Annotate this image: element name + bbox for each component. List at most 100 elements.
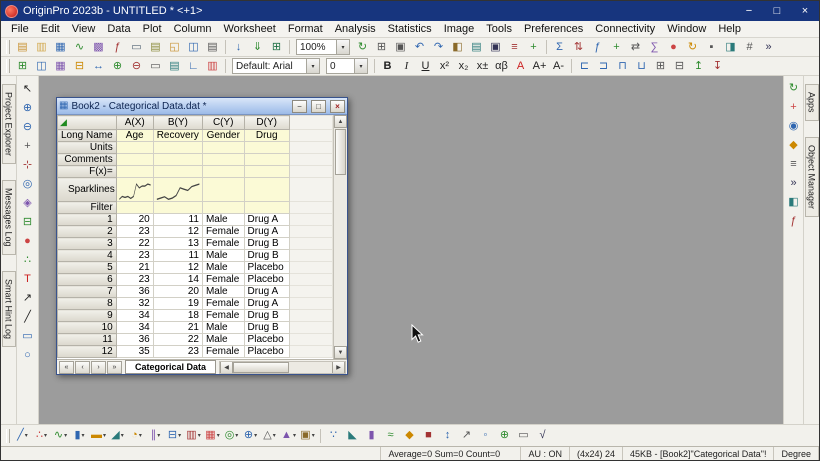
bold-button[interactable]: B: [378, 58, 397, 75]
area-plot-button[interactable]: ◢▾: [108, 427, 127, 444]
underline-button[interactable]: U: [416, 58, 435, 75]
ungroup-objects-icon[interactable]: ⊟: [670, 58, 689, 75]
subscript-button[interactable]: x₂: [454, 58, 473, 75]
scatter-plot-button-dropdown-icon[interactable]: ▾: [44, 432, 47, 439]
worksheet-cell[interactable]: 11: [153, 250, 202, 262]
new-layout-icon[interactable]: ▭: [127, 39, 146, 56]
digitizer-icon[interactable]: +: [524, 39, 543, 56]
worksheet-cell[interactable]: Drug A: [244, 214, 289, 226]
apps-refresh-icon[interactable]: ↻: [784, 80, 803, 97]
worksheet-cell[interactable]: 21: [153, 322, 202, 334]
row-number[interactable]: 6: [58, 274, 117, 286]
align-top-icon[interactable]: ⊓: [613, 58, 632, 75]
mask-tool-icon[interactable]: ●: [18, 232, 37, 250]
zoom-combo[interactable]: 100% ▾: [296, 39, 350, 55]
column-header-a-x[interactable]: A(X): [116, 116, 153, 130]
zoom-in-graph-icon[interactable]: ⊕: [108, 58, 127, 75]
box-chart-button-dropdown-icon[interactable]: ▾: [178, 432, 181, 439]
zoom-in-tool-icon[interactable]: ⊕: [18, 99, 37, 117]
annotation-tool-icon[interactable]: ◈: [18, 194, 37, 212]
worksheet-cell[interactable]: 34: [116, 310, 153, 322]
sort-icon[interactable]: ⇅: [569, 39, 588, 56]
worksheet-cell[interactable]: Drug B: [244, 310, 289, 322]
font-size-combo[interactable]: 0 ▾: [326, 58, 368, 74]
bubble-plot-button[interactable]: ◦: [476, 427, 495, 444]
worksheet-cell[interactable]: Female: [202, 310, 244, 322]
origin-central-icon[interactable]: ◉: [784, 118, 803, 135]
theme-organizer-icon[interactable]: ◨: [721, 39, 740, 56]
menu-preferences[interactable]: Preferences: [518, 22, 589, 36]
3d-waterfall-button[interactable]: ◆: [400, 427, 419, 444]
worksheet-cell[interactable]: Male: [202, 262, 244, 274]
vertical-scroll-thumb[interactable]: [335, 129, 346, 175]
row-label-sparklines[interactable]: Sparklines: [58, 178, 117, 202]
column-header-b-y[interactable]: B(Y): [153, 116, 202, 130]
template-library-button[interactable]: ▣▾: [298, 427, 317, 444]
filter-cell[interactable]: [153, 202, 202, 214]
sparkline-cell[interactable]: [202, 178, 244, 202]
menu-help[interactable]: Help: [712, 22, 747, 36]
menu-statistics[interactable]: Statistics: [382, 22, 438, 36]
lock-icon[interactable]: ▪: [702, 39, 721, 56]
font-name-dropdown-icon[interactable]: ▾: [306, 59, 319, 73]
toolbar-grip[interactable]: [6, 59, 10, 73]
row-label-filter[interactable]: Filter: [58, 202, 117, 214]
worksheet-cell[interactable]: 32: [116, 298, 153, 310]
data-selector-icon[interactable]: ⊟: [18, 213, 37, 231]
comments-cell[interactable]: [202, 154, 244, 166]
worksheet-cell[interactable]: 20: [153, 286, 202, 298]
worksheet-cell[interactable]: 21: [116, 262, 153, 274]
row-label-f-x[interactable]: F(x)=: [58, 166, 117, 178]
f-x-cell[interactable]: [153, 166, 202, 178]
worksheet-cell[interactable]: 35: [116, 346, 153, 358]
statistics-icon[interactable]: Σ: [550, 39, 569, 56]
worksheet-cell[interactable]: Placebo: [244, 334, 289, 346]
row-number[interactable]: 8: [58, 298, 117, 310]
import-ascii-icon[interactable]: ↓: [229, 39, 248, 56]
duplicate-window-icon[interactable]: ⊞: [372, 39, 391, 56]
pie-chart-button[interactable]: ◔▾: [127, 427, 146, 444]
fitting-icon[interactable]: ƒ: [784, 213, 803, 230]
worksheet-cell[interactable]: 11: [153, 214, 202, 226]
worksheet-cell[interactable]: Male: [202, 214, 244, 226]
f-x-cell[interactable]: [202, 166, 244, 178]
rescale-axes-icon[interactable]: ↔: [89, 58, 108, 75]
polar-plot-button-dropdown-icon[interactable]: ▾: [254, 432, 257, 439]
print-icon[interactable]: ▤: [203, 39, 222, 56]
results-log-icon[interactable]: ▤: [467, 39, 486, 56]
worksheet-cell[interactable]: Placebo: [244, 262, 289, 274]
worksheet-cell[interactable]: Female: [202, 238, 244, 250]
horizontal-scroll-thumb[interactable]: [233, 362, 289, 373]
statusbar-angle-unit[interactable]: Degree: [774, 447, 819, 460]
gadgets-icon[interactable]: ◧: [784, 194, 803, 211]
polar-plot-button[interactable]: ⊕▾: [241, 427, 260, 444]
filter-cell[interactable]: [202, 202, 244, 214]
insert-graph-button[interactable]: ▭: [514, 427, 533, 444]
learning-center-icon[interactable]: ◆: [784, 137, 803, 154]
script-window-icon[interactable]: »: [759, 39, 778, 56]
new-workbook-icon[interactable]: ▦: [51, 39, 70, 56]
add-layer-icon[interactable]: ⊞: [13, 58, 32, 75]
worksheet-cell[interactable]: 20: [116, 214, 153, 226]
screen-reader-icon[interactable]: ⊹: [18, 156, 37, 174]
merge-graphs-icon[interactable]: ▦: [51, 58, 70, 75]
new-folder-icon[interactable]: ▥: [32, 39, 51, 56]
worksheet-cell[interactable]: 19: [153, 298, 202, 310]
horizontal-scrollbar[interactable]: ◀ ▶: [219, 361, 346, 374]
worksheet-cell[interactable]: Placebo: [244, 274, 289, 286]
front-arrow-icon[interactable]: ↥: [689, 58, 708, 75]
contour-plot-button-dropdown-icon[interactable]: ▾: [235, 432, 238, 439]
decrease-font-button[interactable]: A-: [549, 58, 568, 75]
select-all-corner[interactable]: ◢: [58, 116, 117, 130]
maximize-button[interactable]: □: [763, 1, 791, 21]
menu-column[interactable]: Column: [168, 22, 218, 36]
3d-bar-button[interactable]: ▮: [362, 427, 381, 444]
row-number[interactable]: 9: [58, 310, 117, 322]
back-arrow-icon[interactable]: ↧: [708, 58, 727, 75]
worksheet-cell[interactable]: Drug A: [244, 226, 289, 238]
worksheet-minimize-button[interactable]: −: [292, 100, 307, 113]
worksheet-cell[interactable]: 23: [116, 274, 153, 286]
first-sheet-button[interactable]: «: [59, 361, 74, 374]
vertical-scroll-track[interactable]: [334, 176, 347, 346]
next-sheet-button[interactable]: ›: [91, 361, 106, 374]
